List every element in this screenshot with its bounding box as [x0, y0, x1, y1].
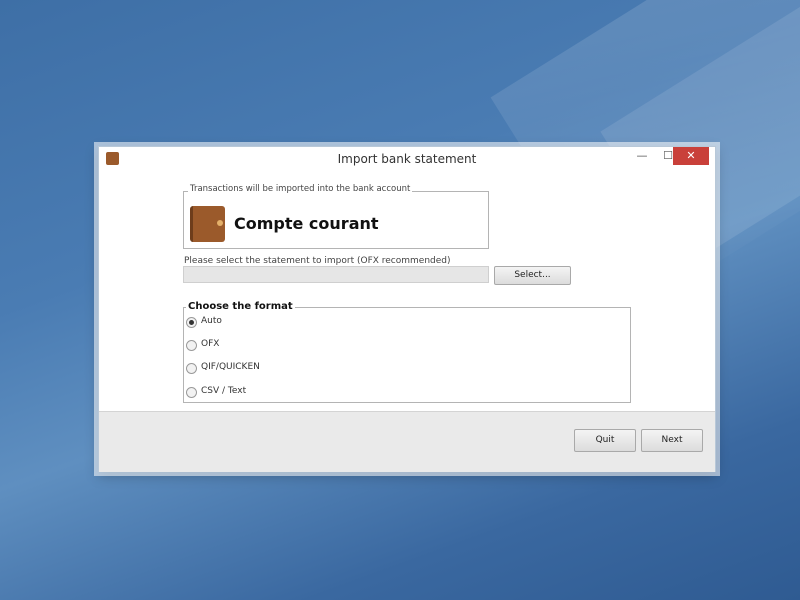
radio-label: OFX: [201, 339, 220, 349]
wallet-icon: [190, 206, 225, 242]
radio-label: CSV / Text: [201, 386, 247, 396]
close-button[interactable]: ✕: [673, 147, 709, 165]
radio-button[interactable]: [186, 363, 197, 374]
statement-label: Please select the statement to import (O…: [184, 256, 451, 266]
quit-button[interactable]: Quit: [574, 429, 636, 452]
dialog-footer: Quit Next: [99, 411, 715, 472]
dialog-content: Transactions will be imported into the b…: [99, 171, 715, 411]
title-bar[interactable]: Import bank statement — ☐ ✕: [99, 147, 715, 171]
radio-button[interactable]: [186, 317, 197, 328]
select-file-button[interactable]: Select...: [494, 266, 571, 285]
wallet-clasp: [217, 220, 223, 226]
radio-button[interactable]: [186, 387, 197, 398]
radio-button[interactable]: [186, 340, 197, 351]
format-group: Choose the format Auto OFX QIF/QUICKEN C…: [183, 301, 631, 403]
account-group-legend: Transactions will be imported into the b…: [188, 184, 413, 194]
radio-label: QIF/QUICKEN: [201, 362, 260, 372]
format-group-legend: Choose the format: [186, 301, 295, 312]
statement-file-field[interactable]: [183, 266, 489, 283]
minimize-button[interactable]: —: [629, 147, 655, 165]
next-button[interactable]: Next: [641, 429, 703, 452]
import-dialog: Import bank statement — ☐ ✕ Transactions…: [98, 146, 716, 472]
account-name: Compte courant: [234, 214, 379, 233]
account-group: Transactions will be imported into the b…: [183, 184, 489, 249]
window-title: Import bank statement: [337, 152, 477, 166]
radio-label: Auto: [201, 316, 222, 326]
